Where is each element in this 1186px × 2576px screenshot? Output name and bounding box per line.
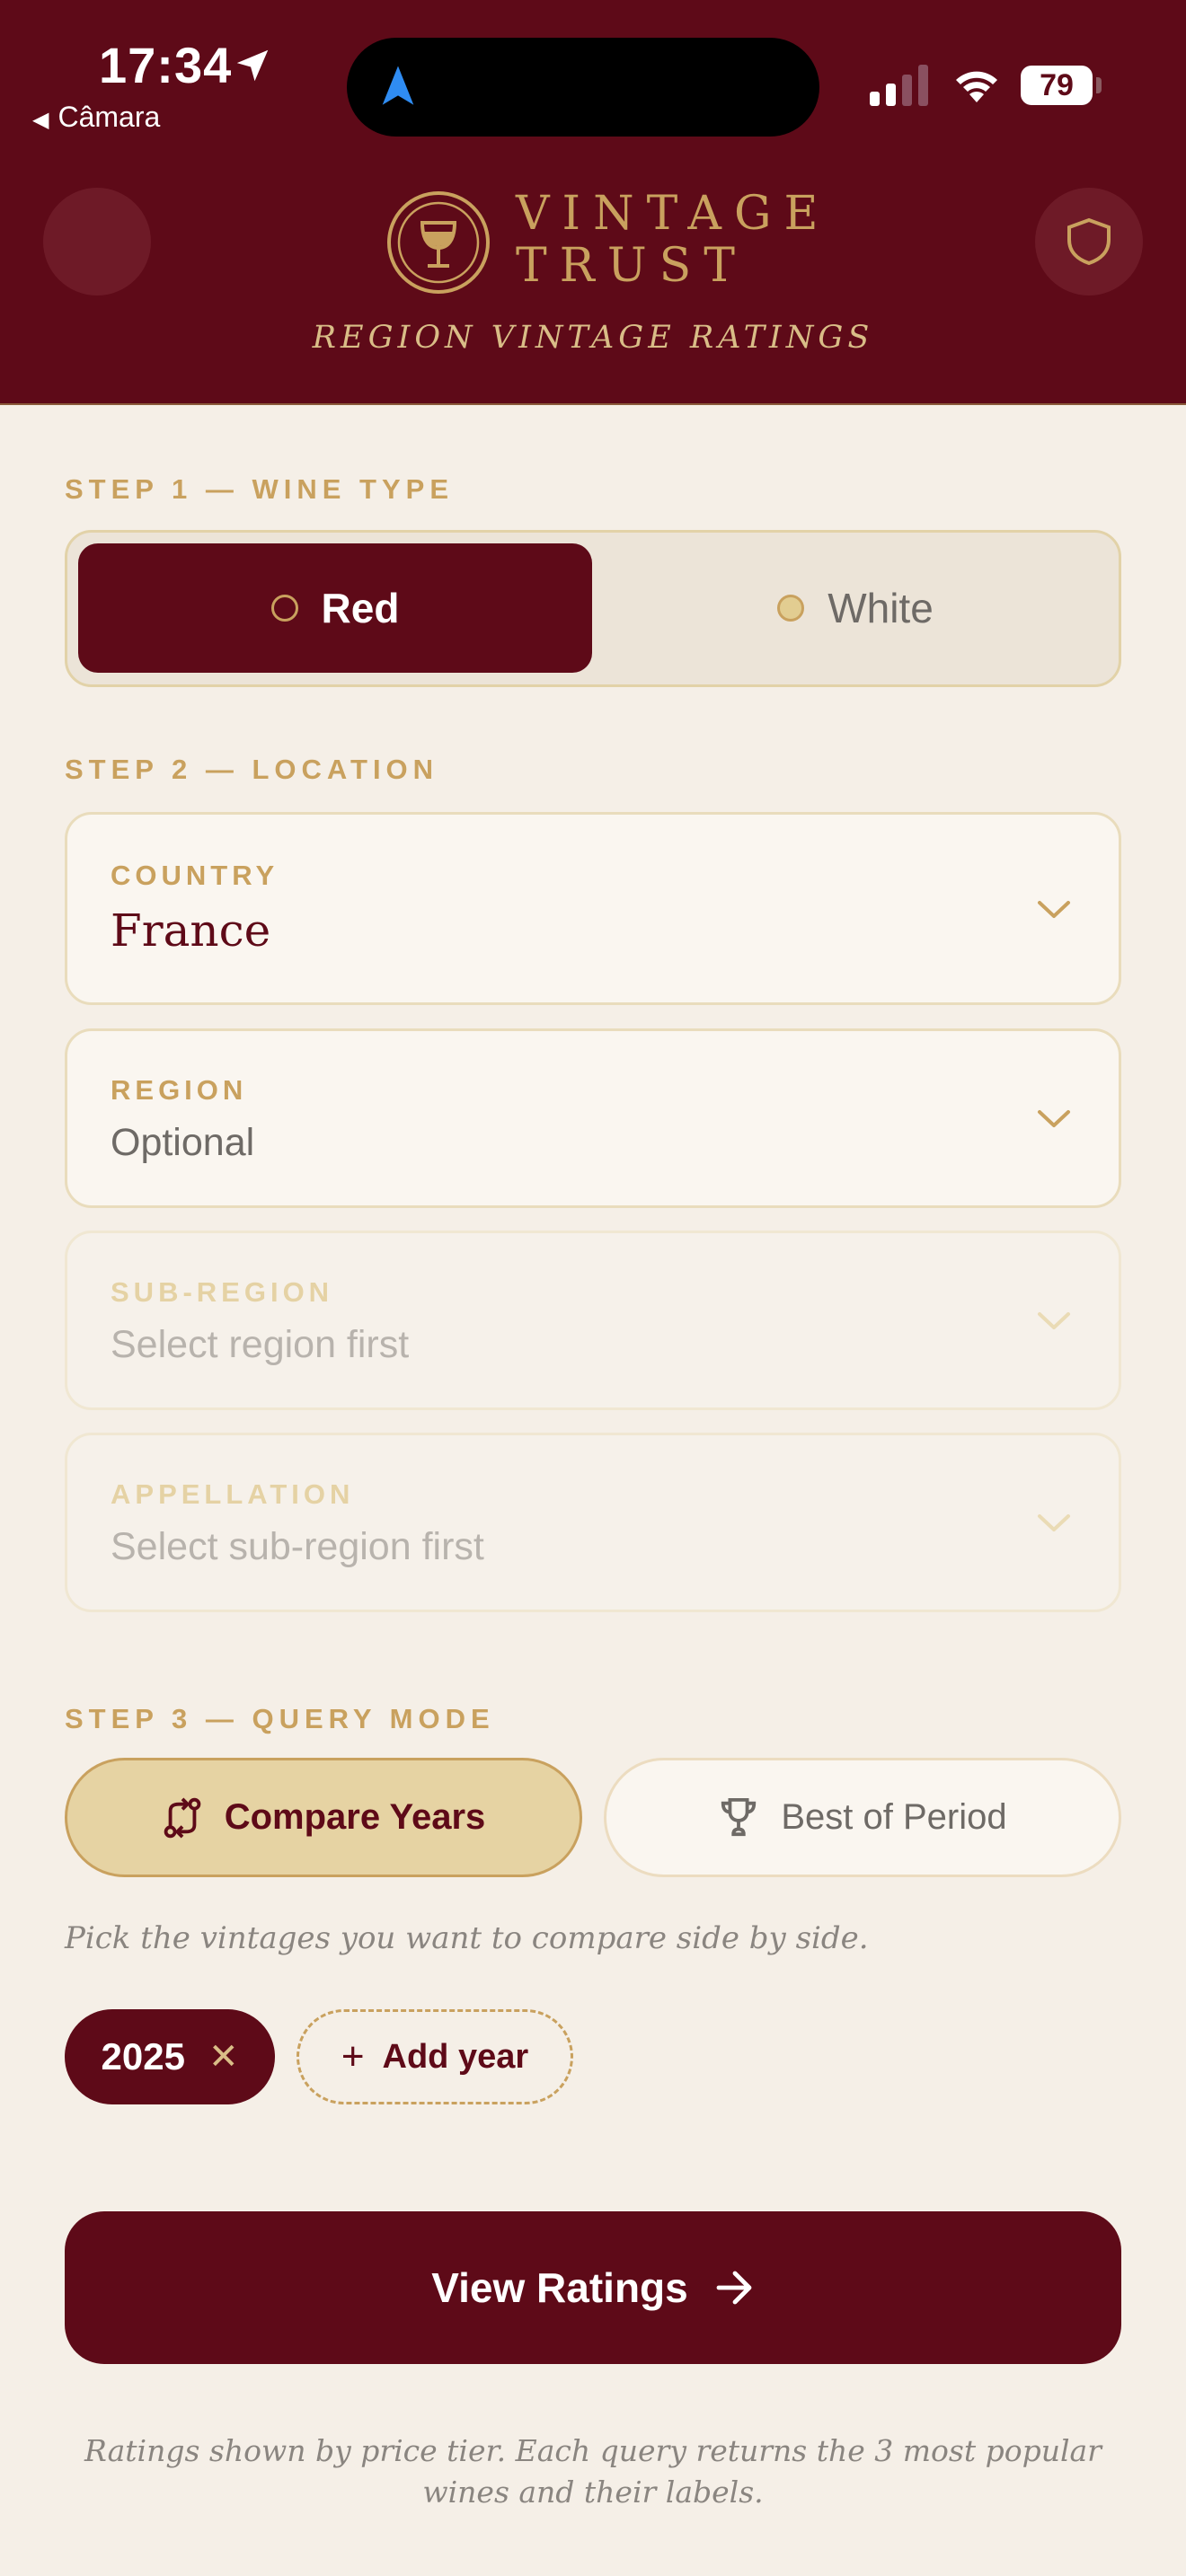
chevron-down-icon bbox=[1038, 1312, 1070, 1329]
battery-indicator: 79 bbox=[1021, 66, 1093, 105]
brand-name-line-1: VINTAGE bbox=[516, 187, 831, 241]
query-mode-hint: Pick the vintages you want to compare si… bbox=[65, 1920, 869, 1956]
arrow-right-icon bbox=[716, 2271, 752, 2305]
region-value: Optional bbox=[111, 1121, 255, 1164]
appellation-value: Select sub-region first bbox=[111, 1525, 484, 1568]
radio-dot-icon bbox=[777, 595, 805, 622]
wifi-icon bbox=[956, 71, 997, 102]
appellation-label: APPELLATION bbox=[111, 1478, 355, 1510]
step2-label: STEP 2 — LOCATION bbox=[65, 754, 439, 785]
wine-type-white-option[interactable]: White bbox=[603, 543, 1108, 673]
chevron-down-icon bbox=[1038, 1110, 1070, 1127]
view-ratings-button[interactable]: View Ratings bbox=[65, 2211, 1121, 2364]
wine-glass-logo-icon bbox=[387, 191, 490, 294]
country-label: COUNTRY bbox=[111, 860, 279, 891]
compare-years-button[interactable]: Compare Years bbox=[65, 1758, 582, 1877]
header-tagline: REGION VINTAGE RATINGS bbox=[312, 320, 874, 356]
dynamic-island bbox=[347, 38, 819, 137]
shield-button[interactable] bbox=[1035, 188, 1143, 296]
radio-ring-icon bbox=[270, 595, 298, 622]
country-value: France bbox=[111, 904, 271, 957]
chevron-down-icon bbox=[1038, 901, 1070, 918]
shield-icon bbox=[1067, 217, 1111, 266]
ratings-footnote: Ratings shown by price tier. Each query … bbox=[84, 2433, 1102, 2510]
location-arrow-icon bbox=[236, 49, 269, 82]
header-left-button[interactable] bbox=[43, 188, 151, 296]
navigation-arrow-icon bbox=[382, 66, 414, 105]
step1-label: STEP 1 — WINE TYPE bbox=[65, 473, 455, 505]
plus-icon: + bbox=[341, 2034, 365, 2078]
region-label: REGION bbox=[111, 1074, 248, 1106]
trophy-icon bbox=[721, 1797, 757, 1836]
wine-type-toggle: Red White bbox=[65, 530, 1121, 687]
battery-tip bbox=[1096, 77, 1102, 93]
status-time: 17:34 bbox=[99, 37, 233, 93]
remove-year-icon[interactable]: ✕ bbox=[208, 2036, 239, 2078]
country-select[interactable]: COUNTRY France bbox=[65, 812, 1121, 1005]
appellation-select: APPELLATION Select sub-region first bbox=[65, 1433, 1121, 1612]
region-select[interactable]: REGION Optional bbox=[65, 1028, 1121, 1208]
compare-arrows-icon bbox=[164, 1797, 201, 1838]
add-year-button[interactable]: + Add year bbox=[296, 2009, 573, 2104]
app-header: 17:34 ◀ Câmara 79 VINTAGE TRUST REGION V… bbox=[0, 0, 1186, 405]
cellular-signal-icon bbox=[870, 65, 928, 106]
subregion-value: Select region first bbox=[111, 1323, 410, 1366]
step3-label: STEP 3 — QUERY MODE bbox=[65, 1703, 495, 1734]
subregion-label: SUB-REGION bbox=[111, 1276, 334, 1308]
chevron-down-icon bbox=[1038, 1514, 1070, 1531]
subregion-select: SUB-REGION Select region first bbox=[65, 1231, 1121, 1410]
back-to-app-link[interactable]: ◀ Câmara bbox=[32, 101, 160, 134]
back-triangle-icon: ◀ bbox=[32, 108, 49, 132]
brand-name-line-2: TRUST bbox=[516, 239, 748, 293]
year-chip-2025[interactable]: 2025 ✕ bbox=[65, 2009, 275, 2104]
wine-type-red-option[interactable]: Red bbox=[78, 543, 592, 673]
best-of-period-button[interactable]: Best of Period bbox=[604, 1758, 1121, 1877]
